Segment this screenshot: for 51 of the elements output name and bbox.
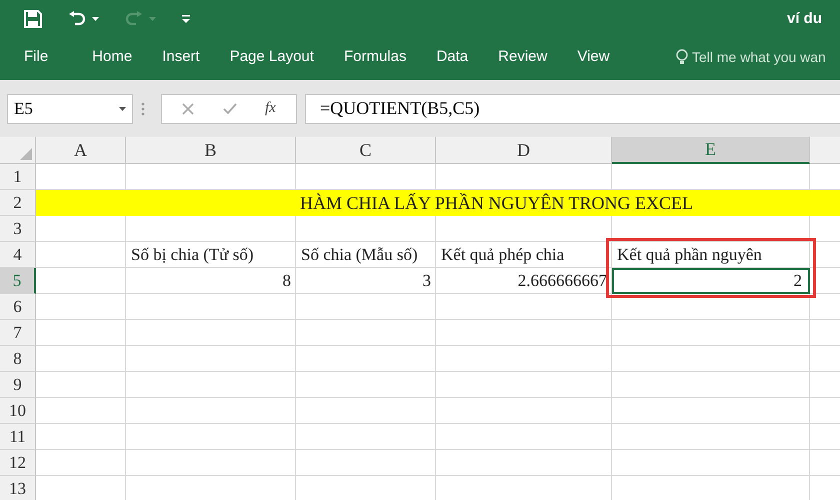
- row-header[interactable]: 5: [0, 268, 36, 294]
- corner-triangle-icon[interactable]: [20, 148, 32, 160]
- customize-icon[interactable]: [182, 14, 190, 24]
- redo-icon[interactable]: [125, 11, 143, 27]
- insert-function-button[interactable]: fx: [264, 97, 276, 120]
- caret-icon: [119, 106, 126, 110]
- column-header[interactable]: E: [612, 137, 810, 164]
- table-cell[interactable]: 8: [126, 268, 296, 294]
- column-header[interactable]: B: [126, 137, 296, 164]
- ribbon-tab[interactable]: Data: [424, 42, 480, 72]
- row-header[interactable]: 2: [0, 190, 36, 216]
- name-box[interactable]: E5: [7, 94, 133, 124]
- save-icon[interactable]: [24, 10, 42, 28]
- lightbulb-icon: [676, 49, 688, 65]
- row-header[interactable]: 13: [0, 476, 36, 500]
- ribbon-tab[interactable]: Insert: [150, 42, 212, 72]
- row-header[interactable]: 3: [0, 216, 36, 242]
- row-header[interactable]: 8: [0, 346, 36, 372]
- ribbon-tab[interactable]: Home: [80, 42, 144, 72]
- ribbon-tab[interactable]: Page Layout: [218, 42, 326, 72]
- table-cell[interactable]: 2.666666667: [436, 268, 612, 294]
- table-cell[interactable]: Số chia (Mẫu số): [296, 242, 436, 268]
- enter-icon[interactable]: [222, 103, 237, 114]
- title-cell: HÀM CHIA LẤY PHẦN NGUYÊN TRONG EXCEL: [36, 190, 840, 216]
- tell-me-field[interactable]: Tell me what you wan: [692, 46, 840, 68]
- caret-icon: [92, 17, 99, 21]
- formula-field[interactable]: =QUOTIENT(B5,C5): [305, 94, 840, 124]
- table-cell[interactable]: Số bị chia (Tử số): [126, 242, 296, 268]
- row-header[interactable]: 12: [0, 450, 36, 476]
- caret-icon: [149, 17, 156, 21]
- table-cell[interactable]: 3: [296, 268, 436, 294]
- table-cell[interactable]: Kết quả phép chia: [436, 242, 612, 268]
- selected-cell[interactable]: 2: [612, 268, 810, 294]
- row-header[interactable]: 7: [0, 320, 36, 346]
- row-header[interactable]: 11: [0, 424, 36, 450]
- ribbon-tab[interactable]: File: [12, 42, 60, 72]
- cancel-icon[interactable]: [182, 102, 194, 114]
- undo-icon[interactable]: [68, 11, 86, 27]
- column-header[interactable]: A: [36, 137, 126, 164]
- column-header[interactable]: C: [296, 137, 436, 164]
- ribbon-tab[interactable]: Formulas: [332, 42, 418, 72]
- row-header[interactable]: 6: [0, 294, 36, 320]
- ribbon-tab[interactable]: Review: [486, 42, 560, 72]
- window-title: ví du: [786, 8, 822, 29]
- row-header[interactable]: 9: [0, 372, 36, 398]
- row-header[interactable]: 4: [0, 242, 36, 268]
- row-header[interactable]: 10: [0, 398, 36, 424]
- ribbon-tab[interactable]: View: [565, 42, 622, 72]
- table-cell[interactable]: Kết quả phần nguyên: [612, 242, 810, 268]
- row-header[interactable]: 1: [0, 164, 36, 190]
- grip-icon: [141, 100, 145, 116]
